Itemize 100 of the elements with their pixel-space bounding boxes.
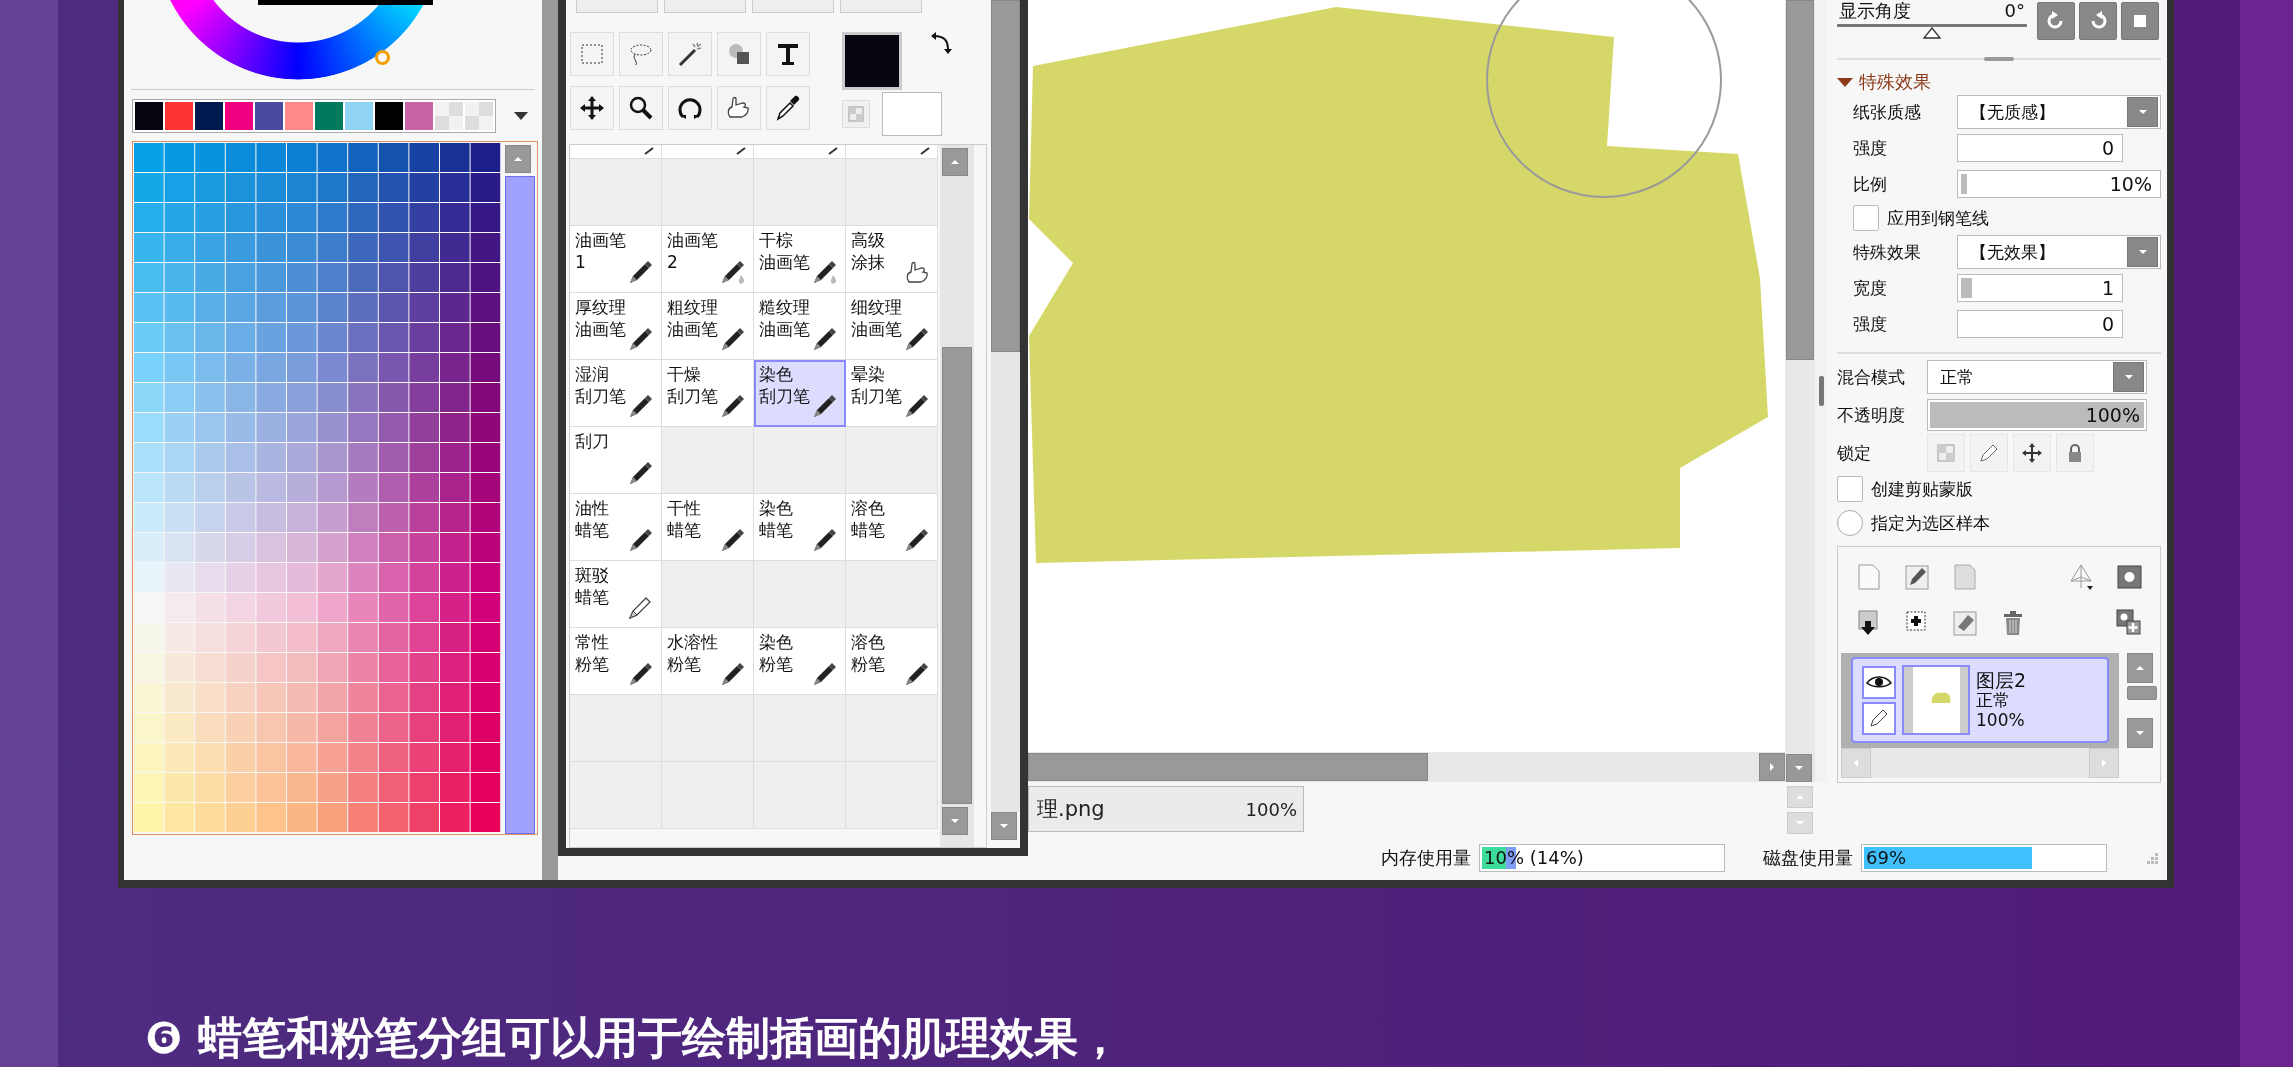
magnifier-tool[interactable] <box>619 86 663 131</box>
brush-slot[interactable]: 染色 粉笔 <box>754 627 846 695</box>
color-swatch[interactable] <box>345 102 373 130</box>
tool-group-tab[interactable] <box>752 0 834 13</box>
scrollbar-thumb[interactable] <box>942 346 972 804</box>
layer-set-button[interactable] <box>2067 562 2095 592</box>
scrollbar-thumb[interactable] <box>990 0 1020 352</box>
color-swatch[interactable] <box>375 102 403 130</box>
reset-colors-button[interactable] <box>842 99 870 128</box>
color-swatch[interactable] <box>255 102 283 130</box>
layer-mask-button[interactable] <box>2115 562 2143 592</box>
scroll-up-button[interactable] <box>505 145 531 173</box>
lasso-tool[interactable] <box>619 31 663 76</box>
dropdown[interactable]: 【无质感】 <box>1957 95 2161 129</box>
scrollbar-thumb[interactable] <box>1786 0 1814 360</box>
scroll-down-button[interactable] <box>990 812 1017 840</box>
brush-slot[interactable] <box>846 144 938 159</box>
tool-group-tab[interactable] <box>576 0 658 13</box>
splitter-handle[interactable] <box>1818 376 1824 406</box>
color-swatch[interactable] <box>225 102 253 130</box>
number-field[interactable]: 0 <box>1957 134 2123 162</box>
brush-slot[interactable]: 晕染 刮刀笔 <box>846 359 938 427</box>
brush-slot[interactable]: 溶色 粉笔 <box>846 627 938 695</box>
hue-marker-icon[interactable] <box>375 50 390 65</box>
brush-slot[interactable] <box>754 144 846 159</box>
brush-slot[interactable]: 高级 涂抹 <box>846 225 938 293</box>
lock-move-button[interactable] <box>2013 434 2051 472</box>
magic-wand-tool[interactable] <box>668 31 712 76</box>
brush-slot[interactable]: 干棕 油画笔 <box>754 225 846 293</box>
brush-slot[interactable]: 干性 蜡笔 <box>662 493 754 561</box>
scroll-right-button[interactable] <box>2089 748 2119 778</box>
slider-field[interactable]: 10% <box>1957 170 2161 198</box>
brush-slot[interactable]: 油画笔 1 <box>570 225 662 293</box>
brush-slot[interactable]: 刮刀 <box>570 426 662 494</box>
brush-slot[interactable]: 油画笔 2 <box>662 225 754 293</box>
brush-slot[interactable]: 干燥 刮刀笔 <box>662 359 754 427</box>
empty-swatch[interactable] <box>465 102 493 130</box>
brush-slot[interactable] <box>570 144 662 159</box>
scroll-down-button[interactable] <box>942 806 968 835</box>
empty-swatch[interactable] <box>435 102 463 130</box>
rotate-right-button[interactable] <box>2079 2 2117 40</box>
number-field[interactable]: 0 <box>1957 310 2123 338</box>
new-folder-button[interactable] <box>1951 562 1979 592</box>
scrollbar-thumb[interactable] <box>2127 686 2157 700</box>
lock-paint-button[interactable] <box>1970 434 2008 472</box>
brush-slot[interactable]: 粗纹理 油画笔 <box>662 292 754 360</box>
radio-button[interactable] <box>1837 510 1863 536</box>
tool-group-tab[interactable] <box>664 0 746 13</box>
section-header[interactable]: 特殊效果 <box>1837 70 2161 94</box>
add-mask-button[interactable] <box>2115 608 2143 638</box>
scroll-down-button[interactable] <box>2127 718 2153 748</box>
brush-slot[interactable]: 糙纹理 油画笔 <box>754 292 846 360</box>
tool-group-tab[interactable] <box>840 0 922 13</box>
edit-toggle[interactable] <box>1862 701 1896 735</box>
scrollbar-thumb[interactable] <box>1028 753 1428 781</box>
background-color[interactable] <box>882 91 942 136</box>
brush-slot[interactable]: 细纹理 油画笔 <box>846 292 938 360</box>
color-palette-grid[interactable] <box>134 143 501 832</box>
color-swatch[interactable] <box>135 102 163 130</box>
brush-slot[interactable]: 常性 粉笔 <box>570 627 662 695</box>
scroll-down-button[interactable] <box>1786 754 1812 782</box>
color-swatch[interactable] <box>315 102 343 130</box>
scroll-down-button[interactable] <box>1787 812 1813 834</box>
layer-row[interactable]: 图层2 正常 100% <box>1851 657 2109 743</box>
resize-grip-icon[interactable] <box>2145 850 2159 865</box>
scroll-up-button[interactable] <box>1787 786 1813 808</box>
brush-slot[interactable]: 染色 蜡笔 <box>754 493 846 561</box>
document-tab[interactable]: 理.png 100% <box>1028 786 1304 832</box>
dropdown-arrow-icon[interactable] <box>514 112 528 120</box>
checkbox[interactable] <box>1837 476 1863 502</box>
color-swatch[interactable] <box>405 102 433 130</box>
clear-layer-button[interactable] <box>1951 608 1979 638</box>
brush-slot[interactable]: 水溶性 粉笔 <box>662 627 754 695</box>
brush-slot[interactable]: 厚纹理 油画笔 <box>570 292 662 360</box>
brush-slot[interactable]: 溶色 蜡笔 <box>846 493 938 561</box>
scroll-left-button[interactable] <box>1841 748 1871 778</box>
slider-field[interactable]: 1 <box>1957 274 2123 302</box>
rectangle-select-tool[interactable] <box>570 31 614 76</box>
visibility-toggle[interactable] <box>1862 665 1896 699</box>
color-swatch[interactable] <box>165 102 193 130</box>
lock-all-button[interactable] <box>2056 434 2094 472</box>
color-swatch[interactable] <box>195 102 223 130</box>
new-pen-layer-button[interactable] <box>1903 562 1931 592</box>
color-swatch[interactable] <box>285 102 313 130</box>
brush-slot[interactable]: 油性 蜡笔 <box>570 493 662 561</box>
checkbox[interactable] <box>1853 205 1879 231</box>
brush-slot[interactable]: 染色 刮刀笔 <box>754 359 846 427</box>
scroll-up-button[interactable] <box>2127 653 2153 683</box>
scroll-right-button[interactable] <box>1759 753 1785 781</box>
foreground-color[interactable] <box>842 31 902 90</box>
shapes-tool[interactable] <box>717 31 761 76</box>
swap-arrows-icon[interactable] <box>930 31 952 56</box>
brush-slot[interactable]: 湿润 刮刀笔 <box>570 359 662 427</box>
rotate-left-button[interactable] <box>2037 2 2075 40</box>
brush-slot[interactable] <box>662 144 754 159</box>
dropdown[interactable]: 正常 <box>1927 360 2147 394</box>
scroll-up-button[interactable] <box>942 147 968 176</box>
dropdown[interactable]: 【无效果】 <box>1957 235 2161 269</box>
hand-tool[interactable] <box>717 86 761 131</box>
brush-slot[interactable]: 斑驳 蜡笔 <box>570 560 662 628</box>
